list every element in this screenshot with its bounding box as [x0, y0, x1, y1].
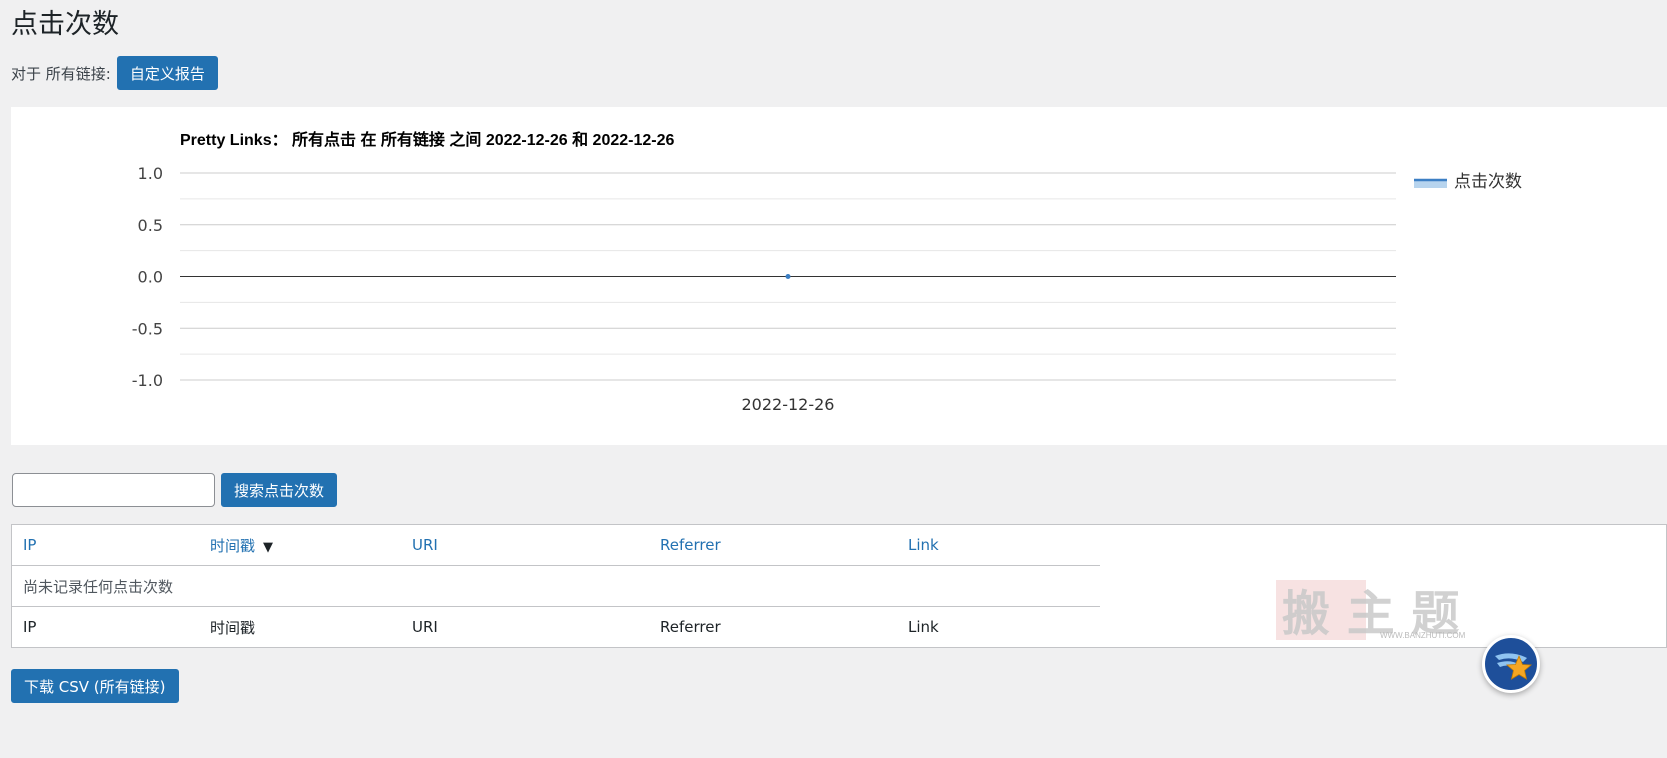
- table-row: 尚未记录任何点击次数: [12, 565, 1100, 607]
- filter-row: 对于 所有链接: 自定义报告: [11, 56, 218, 90]
- y-axis-ticks: 1.0 0.5 0.0 -0.5 -1.0: [132, 164, 163, 390]
- footer-timestamp: 时间戳: [210, 618, 256, 637]
- footer-uri: URI: [412, 618, 438, 636]
- y-tick-label: 0.5: [138, 216, 163, 235]
- floating-action-button[interactable]: [1482, 635, 1540, 693]
- empty-message: 尚未记录任何点击次数: [12, 565, 1100, 607]
- sort-desc-icon: ▼: [263, 539, 274, 555]
- footer-referrer: Referrer: [660, 618, 721, 636]
- clicks-chart: Pretty Links： 所有点击 在 所有链接 之间 2022-12-26 …: [132, 130, 1522, 414]
- column-header-ip[interactable]: IP: [12, 525, 199, 566]
- filter-label: 对于 所有链接:: [11, 64, 111, 83]
- y-tick-label: 0.0: [138, 268, 163, 287]
- x-axis-ticks: 2022-12-26: [742, 395, 835, 414]
- column-header-timestamp[interactable]: 时间戳 ▼: [199, 525, 401, 566]
- table-footer-row: IP 时间戳 URI Referrer Link: [12, 607, 1100, 648]
- column-header-referrer[interactable]: Referrer: [649, 525, 897, 566]
- y-tick-label: -1.0: [132, 371, 163, 390]
- watermark-logo: 搬 主 题 WWW.BANZHUTI.COM: [1276, 580, 1466, 642]
- table-header-row: IP 时间戳 ▼ URI Referrer Link: [12, 525, 1100, 566]
- column-header-link[interactable]: Link: [897, 525, 1100, 566]
- clicks-table: IP 时间戳 ▼ URI Referrer Link 尚未记录任何点击次数 IP …: [12, 525, 1100, 647]
- search-clicks-button[interactable]: 搜索点击次数: [221, 473, 338, 507]
- chart-legend[interactable]: 点击次数: [1414, 172, 1522, 192]
- custom-report-button[interactable]: 自定义报告: [116, 56, 218, 90]
- x-tick-label: 2022-12-26: [742, 395, 835, 414]
- chart-panel: Pretty Links： 所有点击 在 所有链接 之间 2022-12-26 …: [11, 107, 1667, 445]
- footer-ip: IP: [23, 618, 37, 636]
- legend-label: 点击次数: [1454, 172, 1522, 192]
- watermark-url: WWW.BANZHUTI.COM: [1380, 631, 1466, 640]
- page-title: 点击次数: [11, 9, 119, 40]
- footer-link: Link: [908, 618, 939, 636]
- column-header-uri[interactable]: URI: [401, 525, 649, 566]
- star-icon: [1495, 653, 1533, 680]
- search-input[interactable]: [12, 473, 215, 507]
- chart-title: Pretty Links： 所有点击 在 所有链接 之间 2022-12-26 …: [180, 130, 674, 149]
- y-tick-label: 1.0: [138, 164, 163, 183]
- search-row: 搜索点击次数: [12, 473, 338, 507]
- csv-row: 下载 CSV (所有链接): [11, 669, 179, 703]
- y-tick-label: -0.5: [132, 319, 163, 338]
- data-point[interactable]: [785, 274, 791, 279]
- chart-series: [785, 274, 791, 279]
- download-csv-button[interactable]: 下载 CSV (所有链接): [11, 669, 179, 703]
